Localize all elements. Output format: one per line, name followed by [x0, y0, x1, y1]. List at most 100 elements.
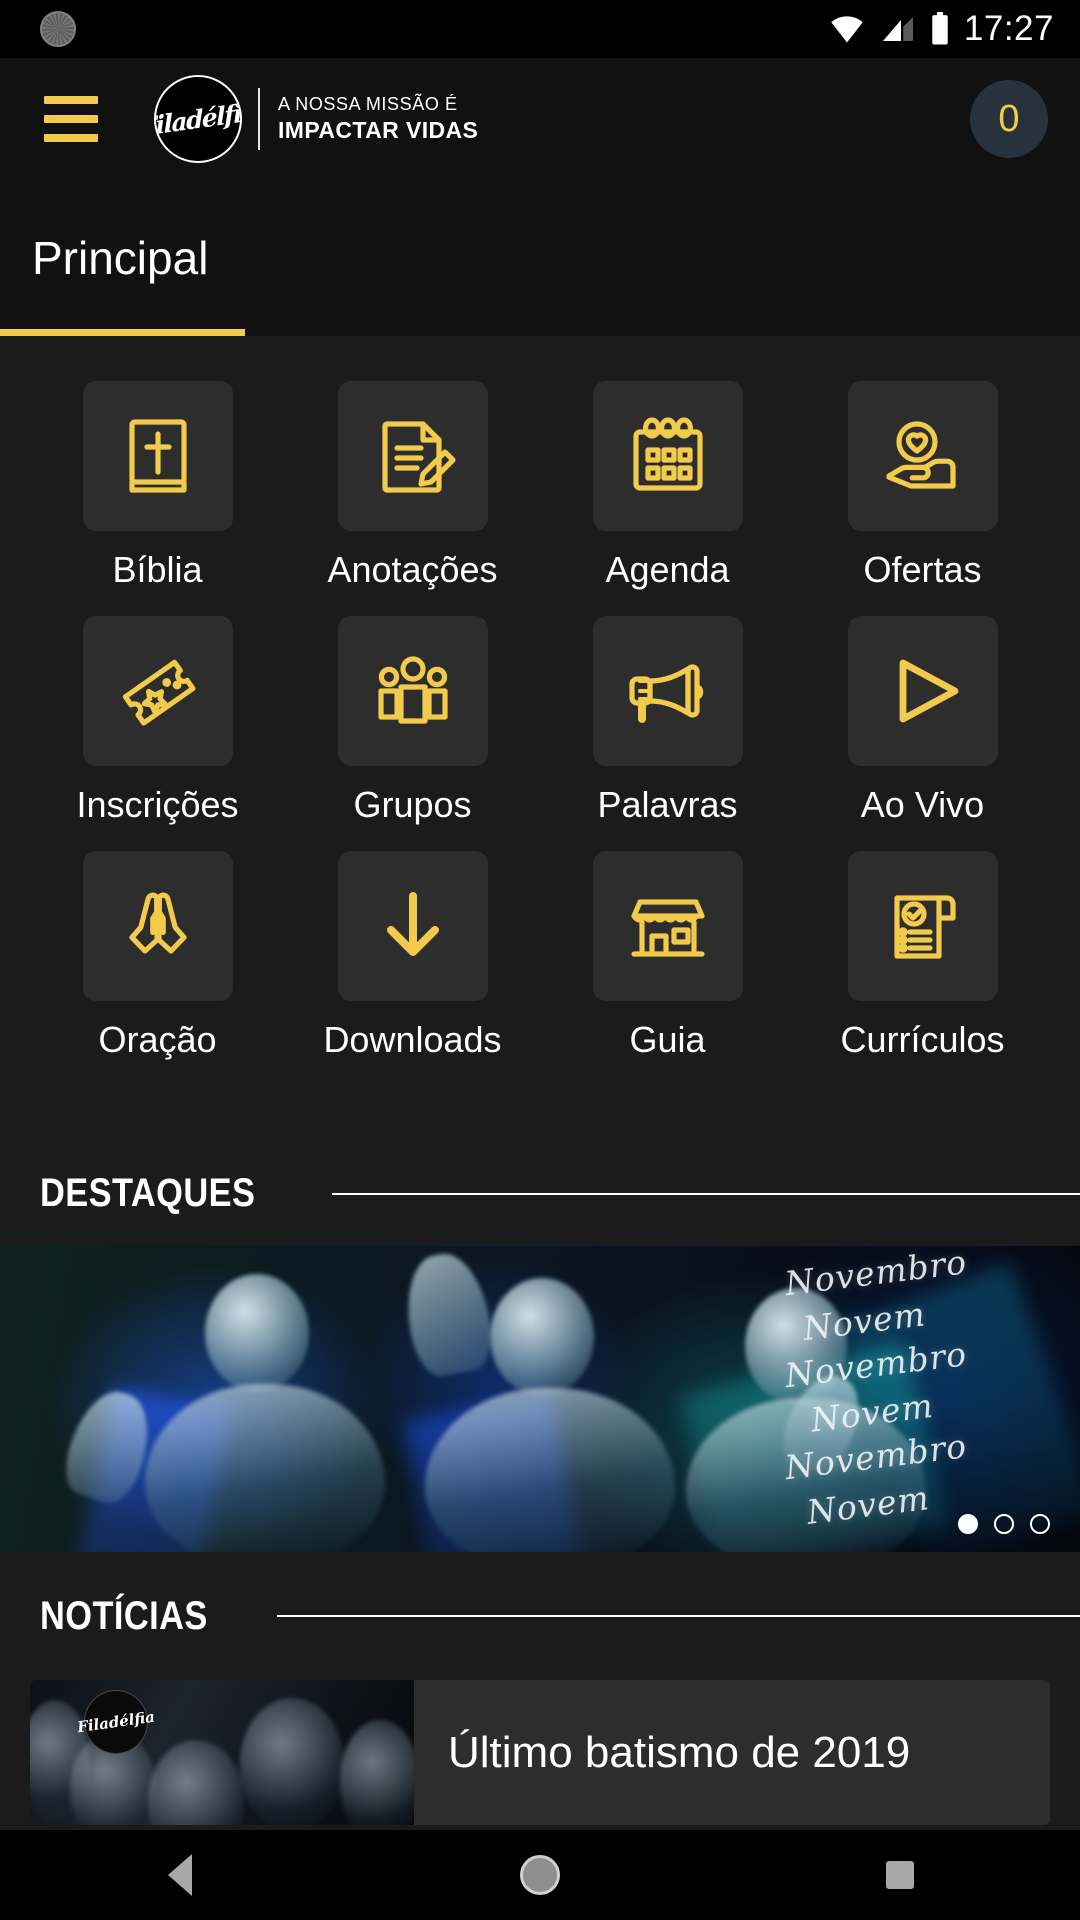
- brand-logo[interactable]: Filadélfia A NOSSA MISSÃO É IMPACTAR VID…: [154, 75, 478, 163]
- storefront-icon: [630, 899, 705, 957]
- shortcut-downloads[interactable]: Downloads: [285, 851, 540, 1086]
- resume-check-icon: [893, 895, 956, 959]
- crowd-silhouette: [340, 1720, 414, 1825]
- shortcut-label: Currículos: [840, 1019, 1005, 1060]
- shortcut-inscricoes[interactable]: Inscrições: [30, 616, 285, 851]
- shortcut-tile: [592, 616, 743, 766]
- shortcut-tile: [592, 381, 743, 531]
- clock-icon: [40, 11, 76, 47]
- hamburger-menu-icon[interactable]: [44, 96, 98, 142]
- shortcut-ao-vivo[interactable]: Ao Vivo: [795, 616, 1050, 851]
- destaques-title: DESTAQUES: [40, 1171, 256, 1215]
- shortcut-biblia[interactable]: Bíblia: [30, 381, 285, 616]
- shortcut-tile: [847, 381, 998, 531]
- shortcut-label: Downloads: [323, 1019, 502, 1060]
- shortcut-tile: [337, 381, 488, 531]
- shortcut-oracao[interactable]: Oração: [30, 851, 285, 1086]
- news-card-body: Último batismo de 2019: [414, 1680, 1050, 1825]
- shortcut-curriculos[interactable]: Currículos: [795, 851, 1050, 1086]
- tab-bar: Principal: [0, 180, 1080, 336]
- status-bar-clock: 17:27: [963, 9, 1054, 48]
- destaques-section-header: DESTAQUES: [0, 1141, 1080, 1246]
- recents-square-icon: [886, 1861, 914, 1889]
- shortcut-grid-section: Bíblia Anotações Agenda Ofertas Inscriçõ…: [0, 336, 1080, 1141]
- shortcut-label: Palavras: [597, 784, 738, 825]
- shortcut-agenda[interactable]: Agenda: [540, 381, 795, 616]
- android-navigation-bar: [0, 1830, 1080, 1920]
- back-nav-button[interactable]: [120, 1830, 240, 1920]
- news-thumb-logo-text: Filadélfia: [76, 1707, 156, 1737]
- hamburger-bar: [44, 96, 98, 104]
- shortcut-tile: [82, 851, 233, 1001]
- tab-principal[interactable]: Principal: [0, 180, 245, 336]
- home-circle-icon: [520, 1855, 560, 1895]
- shortcut-tile: [847, 851, 998, 1001]
- shortcut-label: Ao Vivo: [860, 784, 985, 825]
- destaques-banner-carousel[interactable]: Novembro Novem Novembro Novem Novembro N…: [0, 1246, 1080, 1552]
- shortcut-tile: [82, 616, 233, 766]
- tab-principal-label: Principal: [32, 232, 209, 284]
- news-thumbnail: Filadélfia: [30, 1680, 414, 1825]
- hamburger-bar: [44, 134, 98, 142]
- shortcut-tile: [337, 851, 488, 1001]
- app-screen: 17:27 Filadélfia A NOSSA MISSÃO É IMPACT…: [0, 0, 1080, 1920]
- back-triangle-icon: [168, 1854, 192, 1896]
- carousel-dot-2[interactable]: [994, 1514, 1014, 1534]
- section-divider-line: [277, 1615, 1080, 1617]
- news-title: Último batismo de 2019: [448, 1727, 911, 1777]
- shortcut-label: Inscrições: [76, 784, 239, 825]
- notification-counter-badge[interactable]: 0: [970, 80, 1048, 158]
- shortcut-ofertas[interactable]: Ofertas: [795, 381, 1050, 616]
- status-bar-left: [40, 11, 76, 47]
- cellular-signal-icon: [882, 17, 913, 41]
- brand-badge-icon: Filadélfia: [154, 75, 242, 163]
- crowd-silhouette: [240, 1698, 344, 1825]
- shortcut-label: Oração: [98, 1019, 217, 1060]
- news-card[interactable]: Filadélfia Último batismo de 2019: [30, 1680, 1050, 1825]
- shortcut-label: Anotações: [327, 549, 498, 590]
- wifi-icon: [831, 16, 863, 43]
- tab-active-indicator: [0, 329, 245, 336]
- app-header: Filadélfia A NOSSA MISSÃO É IMPACTAR VID…: [0, 58, 1080, 180]
- shortcut-guia[interactable]: Guia: [540, 851, 795, 1086]
- news-thumb-logo-badge: Filadélfia: [76, 1690, 156, 1754]
- shortcut-grid: Bíblia Anotações Agenda Ofertas Inscriçõ…: [30, 381, 1050, 1086]
- noticias-list: Filadélfia Último batismo de 2019: [0, 1680, 1080, 1840]
- hand-heart-icon: [885, 421, 956, 489]
- noticias-section-header: NOTÍCIAS: [0, 1552, 1080, 1680]
- people-group-icon: [377, 656, 448, 724]
- section-divider-line: [332, 1192, 1080, 1195]
- shortcut-label: Bíblia: [112, 549, 203, 590]
- megaphone-icon: [628, 664, 703, 723]
- download-arrow-icon: [386, 892, 439, 956]
- shortcut-tile: [847, 616, 998, 766]
- crowd-silhouette: [148, 1740, 244, 1825]
- tagline-line-2: IMPACTAR VIDAS: [278, 116, 479, 143]
- recents-nav-button[interactable]: [840, 1830, 960, 1920]
- brand-tagline: A NOSSA MISSÃO É IMPACTAR VIDAS: [278, 93, 478, 144]
- brand-divider: [258, 88, 260, 150]
- shortcut-label: Agenda: [605, 549, 730, 590]
- carousel-dot-1[interactable]: [958, 1514, 978, 1534]
- shortcut-anotacoes[interactable]: Anotações: [285, 381, 540, 616]
- noticias-title: NOTÍCIAS: [40, 1593, 208, 1638]
- shortcut-label: Guia: [629, 1019, 706, 1060]
- praying-hands-icon: [128, 892, 187, 954]
- status-bar-right: 17:27: [828, 9, 1054, 49]
- shortcut-tile: [82, 381, 233, 531]
- battery-icon: [932, 12, 948, 45]
- ticket-star-icon: [122, 659, 195, 726]
- shortcut-tile: [592, 851, 743, 1001]
- calendar-icon: [632, 417, 703, 491]
- note-pencil-icon: [381, 421, 456, 493]
- bible-icon: [128, 419, 187, 493]
- shortcut-label: Ofertas: [863, 549, 982, 590]
- shortcut-grupos[interactable]: Grupos: [285, 616, 540, 851]
- carousel-dot-3[interactable]: [1030, 1514, 1050, 1534]
- home-nav-button[interactable]: [480, 1830, 600, 1920]
- shortcut-palavras[interactable]: Palavras: [540, 616, 795, 851]
- worshipper-figure: [205, 1274, 309, 1392]
- play-triangle-icon: [899, 659, 958, 723]
- tagline-line-1: A NOSSA MISSÃO É: [278, 94, 458, 115]
- shortcut-tile: [337, 616, 488, 766]
